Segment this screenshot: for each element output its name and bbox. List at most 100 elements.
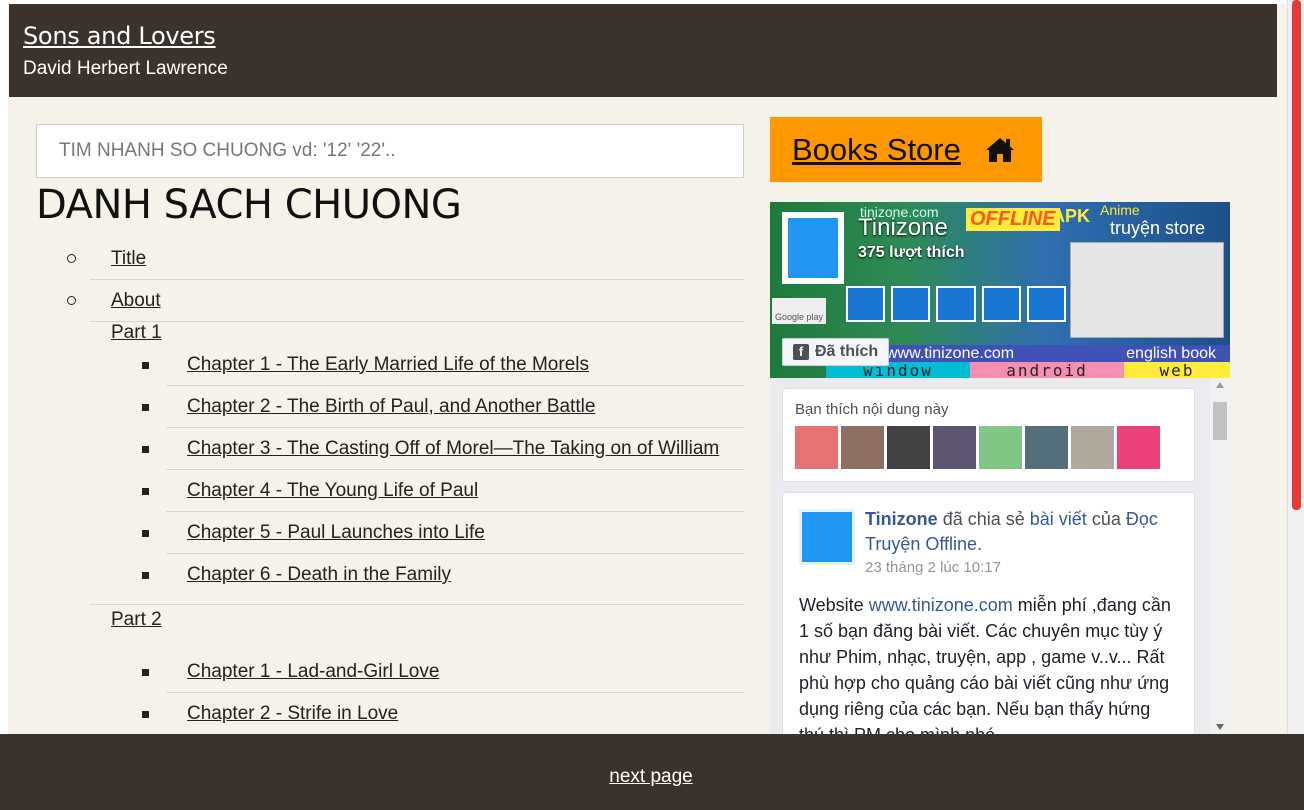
toc-link-about[interactable]: About [111, 290, 161, 312]
page-like-count: 375 lượt thích [858, 244, 965, 261]
cover-tile [891, 286, 931, 322]
chapter-link[interactable]: Chapter 3 - The Casting Off of Morel—The… [187, 438, 719, 460]
next-page-link[interactable]: next page [609, 766, 692, 788]
toc-item-part-1: Part 1 Chapter 1 - The Early Married Lif… [60, 322, 744, 605]
chapter-link[interactable]: Chapter 6 - Death in the Family [187, 564, 451, 586]
cover-tile [936, 286, 976, 322]
cover-truyen-label: truyện store [1110, 218, 1206, 238]
books-store-label: Books Store [792, 131, 961, 167]
page-scrollbar-thumb[interactable] [1292, 0, 1301, 510]
page-name-link[interactable]: Tinizone [858, 214, 948, 242]
chapter-list: Title About Part 1 Chapter 1 - The Early… [60, 238, 744, 743]
square-bullet-icon [142, 669, 149, 676]
square-bullet-icon [142, 488, 149, 495]
cover-tile [981, 286, 1021, 322]
feed-scrollbar[interactable] [1210, 378, 1230, 734]
part-1-section: Part 1 Chapter 1 - The Early Married Lif… [90, 322, 744, 605]
chapter-item: Chapter 5 - Paul Launches into Life [142, 512, 744, 554]
google-play-badge: Google play [772, 298, 826, 324]
friend-avatar[interactable] [887, 426, 930, 469]
toc-link-part-2[interactable]: Part 2 [111, 609, 162, 630]
books-store-button[interactable]: Books Store [770, 117, 1042, 182]
toc-item-title: Title [60, 238, 744, 280]
post-author-avatar[interactable] [799, 509, 855, 565]
friends-like-card: Bạn thích nội dung này [782, 388, 1195, 482]
toc-row: Part 2 [90, 605, 744, 651]
toc-link-title[interactable]: Title [111, 248, 146, 270]
chapter-link[interactable]: Chapter 5 - Paul Launches into Life [187, 522, 485, 544]
circle-bullet-icon [67, 254, 76, 263]
circle-bullet-icon [67, 296, 76, 305]
chapter-item: Chapter 4 - The Young Life of Paul [142, 470, 744, 512]
cover-offline-label: OFFLINE [966, 208, 1060, 231]
square-bullet-icon [142, 530, 149, 537]
cover-snapshot-image [1070, 242, 1224, 338]
cover-tile [846, 286, 886, 322]
cover-apk-label: APK [1052, 206, 1091, 226]
facebook-page-widget: tinizone.com OFFLINE APK Anime truyện st… [770, 202, 1230, 734]
book-title-link[interactable]: Sons and Lovers [23, 22, 216, 50]
square-bullet-icon [142, 404, 149, 411]
cover-tag-web: web [1124, 361, 1230, 378]
chapter-item: Chapter 1 - The Early Married Life of th… [142, 344, 744, 386]
page-avatar-image [788, 218, 838, 278]
post-author-link[interactable]: Tinizone [865, 509, 938, 529]
author-name: David Herbert Lawrence [23, 58, 228, 79]
post-period: . [977, 534, 983, 554]
post-header: Tinizone đã chia sẻ bài viết của Đọc Tru… [865, 507, 1178, 557]
facebook-feed[interactable]: Bạn thích nội dung này Tinizone đã chia … [770, 378, 1230, 734]
page-avatar[interactable] [782, 212, 844, 284]
friend-avatar[interactable] [933, 426, 976, 469]
friend-avatar[interactable] [1117, 426, 1160, 469]
friend-avatar[interactable] [841, 426, 884, 469]
friend-avatar[interactable] [795, 426, 838, 469]
site-header: Sons and Lovers David Herbert Lawrence [9, 4, 1277, 97]
chapter-search-input[interactable] [36, 124, 744, 178]
friend-avatar[interactable] [979, 426, 1022, 469]
part-2-section: Part 2 Chapter 1 - Lad-and-Girl Love Cha… [90, 605, 744, 743]
friends-like-caption: Bạn thích nội dung này [795, 401, 949, 418]
site-footer: next page [0, 734, 1304, 810]
toc-row: About [67, 280, 744, 322]
square-bullet-icon [142, 711, 149, 718]
chapter-link[interactable]: Chapter 2 - The Birth of Paul, and Anoth… [187, 396, 595, 418]
square-bullet-icon [142, 362, 149, 369]
chapter-link[interactable]: Chapter 1 - The Early Married Life of th… [187, 354, 589, 376]
toc-item-about: About [60, 280, 744, 322]
chapter-item: Chapter 2 - Strife in Love [142, 693, 744, 735]
toc-row: Title [67, 238, 744, 280]
feed-scrollbar-thumb[interactable] [1213, 402, 1227, 440]
post-link[interactable]: bài viết [1030, 509, 1087, 529]
facebook-post: Tinizone đã chia sẻ bài viết của Đọc Tru… [782, 492, 1195, 734]
facebook-icon: f [793, 344, 809, 360]
part-1-chapters: Chapter 1 - The Early Married Life of th… [142, 344, 744, 596]
cover-tag-android: android [970, 361, 1124, 378]
chapter-link[interactable]: Chapter 1 - Lad-and-Girl Love [187, 661, 439, 683]
scroll-down-arrow-icon[interactable] [1216, 724, 1224, 730]
cover-tile [1026, 286, 1067, 322]
post-of-text: của [1091, 509, 1121, 529]
friend-avatar[interactable] [1025, 426, 1068, 469]
post-body: Website www.tinizone.com miễn phí ,đang … [799, 592, 1178, 734]
chapter-item: Chapter 6 - Death in the Family [142, 554, 744, 596]
page-scrollbar[interactable] [1287, 0, 1304, 810]
chapter-link[interactable]: Chapter 4 - The Young Life of Paul [187, 480, 478, 502]
cover-anime-label: Anime [1100, 202, 1140, 218]
cover-app-grid [846, 286, 1067, 322]
liked-button-label: Đã thích [815, 343, 879, 360]
chapter-item: Chapter 1 - Lad-and-Girl Love [142, 651, 744, 693]
friend-avatar[interactable] [1071, 426, 1114, 469]
toc-item-part-2: Part 2 Chapter 1 - Lad-and-Girl Love Cha… [60, 605, 744, 743]
facebook-cover-image[interactable]: tinizone.com OFFLINE APK Anime truyện st… [770, 202, 1230, 378]
toc-row: Part 1 [90, 322, 744, 344]
toc-link-part-1[interactable]: Part 1 [111, 322, 162, 343]
post-timestamp[interactable]: 23 tháng 2 lúc 10:17 [865, 559, 1178, 576]
square-bullet-icon [142, 572, 149, 579]
chapter-link[interactable]: Chapter 2 - Strife in Love [187, 703, 398, 725]
liked-button[interactable]: f Đã thích [782, 338, 890, 366]
post-body-link[interactable]: www.tinizone.com [869, 595, 1013, 615]
square-bullet-icon [142, 446, 149, 453]
home-icon [985, 137, 1014, 162]
chapter-item: Chapter 3 - The Casting Off of Morel—The… [142, 428, 744, 470]
scroll-up-arrow-icon[interactable] [1216, 382, 1224, 388]
